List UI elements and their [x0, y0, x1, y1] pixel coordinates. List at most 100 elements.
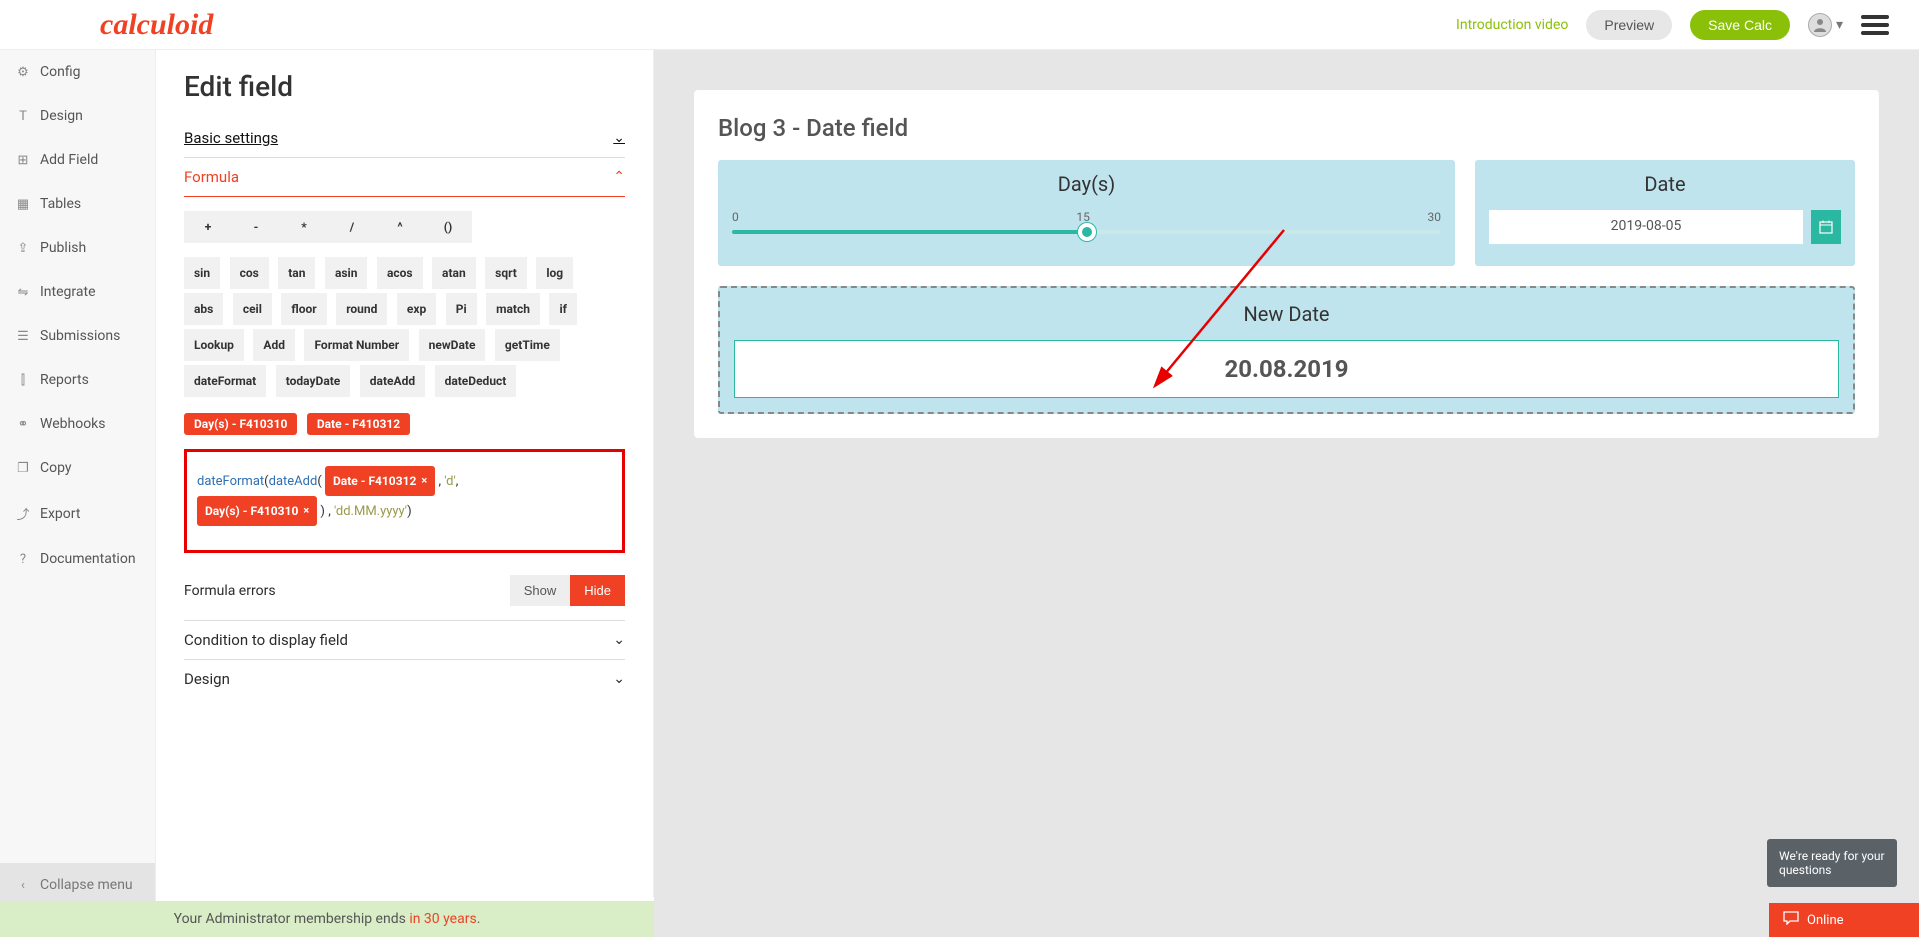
- fn-abs[interactable]: abs: [184, 293, 223, 325]
- fn-datededuct[interactable]: dateDeduct: [435, 365, 517, 397]
- op-multiply[interactable]: *: [280, 211, 328, 243]
- slider-track[interactable]: [732, 230, 1441, 234]
- sidebar-item-integrate[interactable]: ⇋Integrate: [0, 270, 155, 314]
- remove-icon[interactable]: ×: [421, 470, 427, 492]
- sidebar-item-label: Documentation: [40, 551, 136, 567]
- token-field-days[interactable]: Day(s) - F410310×: [197, 496, 317, 526]
- fn-pi[interactable]: Pi: [446, 293, 477, 325]
- fn-if[interactable]: if: [549, 293, 576, 325]
- sidebar-item-add-field[interactable]: ⊞Add Field: [0, 138, 155, 182]
- fn-log[interactable]: log: [536, 257, 573, 289]
- fn-cos[interactable]: cos: [230, 257, 269, 289]
- hamburger-menu[interactable]: [1861, 11, 1889, 39]
- fn-atan[interactable]: atan: [432, 257, 476, 289]
- accordion-condition[interactable]: Condition to display field ⌄: [184, 621, 625, 660]
- new-date-field[interactable]: New Date 20.08.2019: [718, 286, 1855, 414]
- token-field-date[interactable]: Date - F410312×: [325, 466, 435, 496]
- sidebar-item-documentation[interactable]: ? Documentation: [0, 537, 155, 581]
- fn-asin[interactable]: asin: [325, 257, 368, 289]
- fn-ceil[interactable]: ceil: [233, 293, 272, 325]
- panel-title: Edit field: [184, 70, 625, 103]
- sidebar-item-design[interactable]: TDesign: [0, 94, 155, 138]
- logo: calculoid: [100, 8, 213, 42]
- fn-sqrt[interactable]: sqrt: [485, 257, 527, 289]
- op-minus[interactable]: -: [232, 211, 280, 243]
- remove-icon[interactable]: ×: [303, 500, 309, 522]
- fn-lookup[interactable]: Lookup: [184, 329, 244, 361]
- save-calc-button[interactable]: Save Calc: [1690, 10, 1790, 40]
- field-tag-date[interactable]: Date - F410312: [307, 413, 410, 435]
- date-label: Date: [1489, 172, 1841, 196]
- preview-area: Blog 3 - Date field Day(s) 0 15 30: [654, 50, 1919, 937]
- token-fn: dateFormat: [197, 474, 264, 489]
- token-paren: (: [317, 474, 321, 489]
- token-string: 'd': [444, 474, 456, 489]
- chat-widget[interactable]: Online: [1769, 903, 1919, 937]
- op-power[interactable]: ^: [376, 211, 424, 243]
- token-paren: ): [320, 504, 325, 519]
- fn-newdate[interactable]: newDate: [419, 329, 486, 361]
- fn-match[interactable]: match: [486, 293, 540, 325]
- op-parens[interactable]: (): [424, 211, 472, 243]
- user-menu[interactable]: ▾: [1808, 13, 1843, 37]
- sidebar-item-webhooks[interactable]: ⚭Webhooks: [0, 402, 155, 446]
- fn-dateformat[interactable]: dateFormat: [184, 365, 266, 397]
- sidebar-item-label: Add Field: [40, 152, 98, 168]
- fn-add[interactable]: Add: [253, 329, 295, 361]
- sidebar-item-reports[interactable]: ⫿Reports: [0, 358, 155, 402]
- formula-errors-row: Formula errors Show Hide: [184, 575, 625, 606]
- intro-video-link[interactable]: Introduction video: [1456, 17, 1568, 33]
- field-tag-days[interactable]: Day(s) - F410310: [184, 413, 297, 435]
- fn-sin[interactable]: sin: [184, 257, 220, 289]
- sidebar-item-export[interactable]: ⤴ Export: [0, 490, 155, 537]
- sidebar-item-config[interactable]: ⚙Config: [0, 50, 155, 94]
- preview-button[interactable]: Preview: [1586, 10, 1672, 40]
- fn-todaydate[interactable]: todayDate: [276, 365, 351, 397]
- new-date-value: 20.08.2019: [734, 340, 1839, 398]
- operator-row: +-*/^(): [184, 211, 625, 243]
- webhook-icon: ⚭: [16, 417, 30, 432]
- op-plus[interactable]: +: [184, 211, 232, 243]
- type-icon: T: [16, 109, 30, 124]
- op-divide[interactable]: /: [328, 211, 376, 243]
- slider-min: 0: [732, 210, 739, 224]
- fn-format-number[interactable]: Format Number: [304, 329, 409, 361]
- date-input[interactable]: 2019-08-05: [1489, 210, 1803, 244]
- accordion-design[interactable]: Design ⌄: [184, 660, 625, 698]
- accordion-label: Condition to display field: [184, 631, 348, 649]
- fn-round[interactable]: round: [336, 293, 387, 325]
- hide-errors-button[interactable]: Hide: [570, 575, 625, 606]
- token-comma: ,: [456, 474, 459, 489]
- fn-acos[interactable]: acos: [377, 257, 423, 289]
- accordion-label: Basic settings: [184, 129, 278, 147]
- accordion-basic-settings[interactable]: Basic settings ⌄: [184, 119, 625, 158]
- chevron-down-icon: ⌄: [613, 671, 625, 687]
- formula-editor[interactable]: dateFormat(dateAdd( Date - F410312× , 'd…: [184, 449, 625, 553]
- days-label: Day(s): [732, 172, 1441, 196]
- slider-fill: [732, 230, 1087, 234]
- sidebar-item-label: Collapse menu: [40, 877, 133, 893]
- sidebar-item-publish[interactable]: ⇪Publish: [0, 226, 155, 270]
- fn-gettime[interactable]: getTime: [495, 329, 560, 361]
- calendar-icon[interactable]: [1811, 210, 1841, 244]
- fn-tan[interactable]: tan: [278, 257, 315, 289]
- slider-mid: 15: [1076, 210, 1090, 224]
- show-errors-button[interactable]: Show: [510, 575, 571, 606]
- chat-tooltip: We're ready for your questions: [1767, 839, 1897, 887]
- fn-dateadd[interactable]: dateAdd: [360, 365, 425, 397]
- avatar-icon: [1808, 13, 1832, 37]
- accordion-formula[interactable]: Formula ⌃: [184, 158, 625, 197]
- export-icon: ⤴: [16, 504, 30, 523]
- token-comma: ,: [438, 474, 441, 489]
- sidebar-item-tables[interactable]: ▦Tables: [0, 182, 155, 226]
- sidebar-item-label: Export: [40, 506, 80, 522]
- sidebar-item-copy[interactable]: ❐Copy: [0, 446, 155, 490]
- fn-floor[interactable]: floor: [281, 293, 326, 325]
- publish-icon: ⇪: [16, 241, 30, 256]
- days-slider[interactable]: 0 15 30: [732, 210, 1441, 234]
- slider-thumb[interactable]: [1078, 223, 1096, 241]
- token-paren: ): [407, 504, 412, 519]
- help-icon: ?: [16, 552, 30, 567]
- sidebar-item-submissions[interactable]: ☰Submissions: [0, 314, 155, 358]
- fn-exp[interactable]: exp: [397, 293, 436, 325]
